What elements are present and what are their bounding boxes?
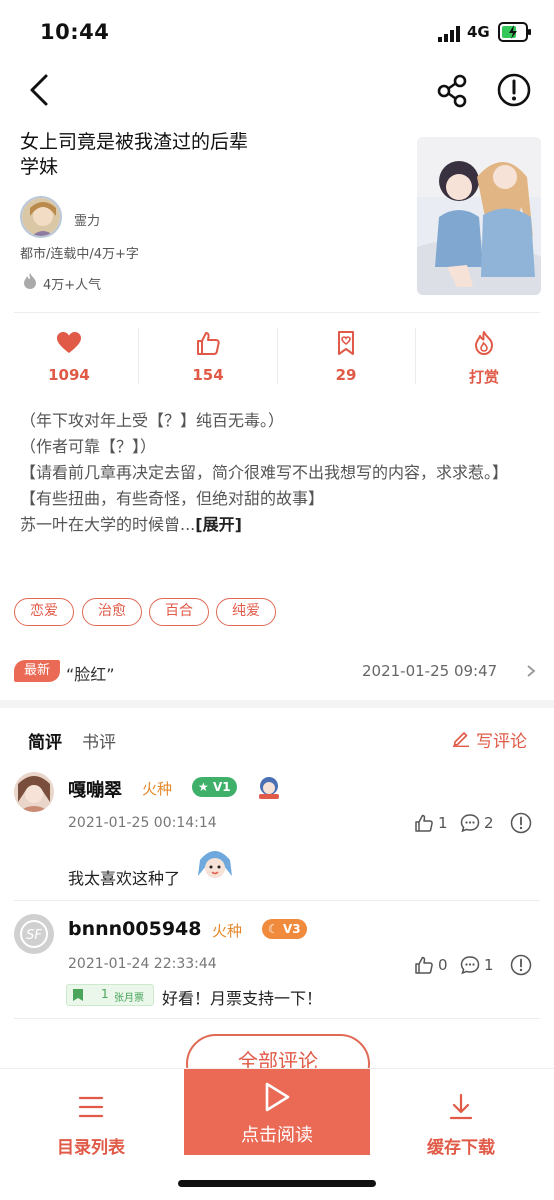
list-icon [78,1096,104,1118]
username[interactable]: bnnn005948 [68,918,202,940]
tab-book-review[interactable]: 书评 [82,728,116,753]
intro-line: 【请看前几章再决定去留，简介很难写不出我想写的内容，求求惹。】 [20,463,509,482]
tag-chip[interactable]: 百合 [149,598,209,626]
cover-illustration [417,137,541,295]
tag-chip[interactable]: 治愈 [82,598,142,626]
emoji-sticker-icon [198,851,232,878]
like-count: 1 [438,814,448,832]
book-intro[interactable]: （年下攻对年上受【？】纯百无毒。） （作者可靠【？】） 【请看前几章再决定去留，… [20,408,540,538]
latest-chapter-date: 2021-01-25 09:47 [362,662,498,680]
vip-badge: ★ V1 [192,777,237,797]
stat-reward[interactable]: 打赏 [415,322,553,398]
stat-monthly-tickets[interactable]: 29 [277,322,415,398]
stats-row: 1094 154 29 打赏 [0,322,554,398]
book-title: 女上司竟是被我渣过的后辈学妹 [20,131,249,178]
comment-bubble-icon[interactable] [460,955,480,975]
ticket-count: 1 [101,987,109,1001]
tag-chip[interactable]: 纯爱 [216,598,276,626]
battery-charging-icon [498,22,531,42]
stat-favorites[interactable]: 1094 [0,322,138,398]
intro-line: （作者可靠【？】） [20,437,157,456]
stat-value: 打赏 [468,368,499,386]
intro-line: （年下攻对年上受【？】纯百无毒。） [20,411,285,430]
thumbs-up-icon[interactable] [414,955,434,975]
back-arrow-icon[interactable] [24,72,56,108]
status-time: 10:44 [40,20,110,44]
user-level: 火种 [212,922,243,940]
intro-line: 【有些扭曲，有些奇怪，但绝对甜的故事】 [20,489,325,508]
expand-link[interactable]: [展开] [195,515,242,534]
comment-text: 好看！月票支持一下！ [162,989,323,1008]
stat-likes[interactable]: 154 [139,322,277,398]
share-icon[interactable] [436,74,470,108]
divider [14,312,540,313]
comment-date: 2021-01-25 00:14:14 [68,815,217,831]
top-nav [0,64,554,116]
network-label: 4G [467,23,490,41]
download-button[interactable]: 缓存下载 [386,1083,536,1163]
anime-sticker-icon [259,777,279,799]
author-name[interactable]: 霊力 [74,210,100,229]
vip-badge: ☾ V3 [262,919,307,939]
svg-text:SF: SF [26,928,42,943]
intro-line-last: 苏一叶在大学的时候曾...[展开] [20,512,540,538]
section-gap [0,700,554,708]
tab-short-review[interactable]: 简评 [28,728,62,753]
download-label: 缓存下载 [427,1138,495,1158]
vip-level: V1 [212,780,231,794]
toc-label: 目录列表 [57,1138,125,1158]
reply-count: 1 [484,956,494,974]
stat-value: 1094 [48,366,90,384]
download-icon [449,1093,473,1120]
default-avatar-icon: SF [14,914,54,954]
read-label: 点击阅读 [241,1125,313,1146]
flame-reward-icon [475,331,493,355]
intro-line: 苏一叶在大学的时候曾... [20,515,196,534]
comment-date: 2021-01-24 22:33:44 [68,956,217,972]
book-meta: 都市/连载中/4万+字 [20,247,139,262]
book-cover[interactable] [417,137,541,295]
bookmark-ticket-icon [338,331,354,355]
write-review-button[interactable]: 写评论 [476,727,527,752]
report-icon[interactable] [496,72,532,108]
user-avatar[interactable] [14,772,54,812]
home-indicator[interactable] [178,1180,376,1187]
avatar-illustration [14,772,54,812]
popularity-text: 4万+人气 [43,278,102,293]
stat-value: 154 [192,366,224,384]
read-button[interactable]: 点击阅读 [184,1069,370,1155]
ticket-label: 张月票 [114,993,144,1004]
user-level: 火种 [142,780,173,798]
heart-icon [57,332,81,353]
report-icon[interactable] [510,954,532,976]
like-count: 0 [438,956,448,974]
user-avatar[interactable]: SF [14,914,54,954]
chevron-right-icon[interactable] [526,664,536,678]
latest-badge: 最新 [14,660,60,682]
report-icon[interactable] [510,812,532,834]
divider [14,900,540,901]
divider [14,1018,540,1019]
avatar-illustration [22,198,60,236]
toc-button[interactable]: 目录列表 [16,1083,166,1163]
thumbs-up-icon[interactable] [414,813,434,833]
pencil-icon[interactable] [452,729,470,747]
thumbs-up-icon [197,332,220,355]
monthly-ticket-badge: 1 张月票 [66,984,154,1006]
vip-level: V3 [282,922,301,936]
username[interactable]: 嘎嘣翠 [68,776,122,802]
stat-value: 29 [335,366,357,384]
latest-chapter-title[interactable]: “脸红” [66,661,115,685]
flame-icon [24,273,36,289]
tag-chip[interactable]: 恋爱 [14,598,74,626]
play-icon [265,1082,290,1112]
reply-count: 2 [484,814,494,832]
status-bar: 10:44 4G [0,0,554,64]
signal-icon [438,26,460,42]
comment-text: 我太喜欢这种了 [68,869,181,888]
comment-bubble-icon[interactable] [460,813,480,833]
ticket-icon [73,989,83,1001]
author-avatar[interactable] [20,196,62,238]
